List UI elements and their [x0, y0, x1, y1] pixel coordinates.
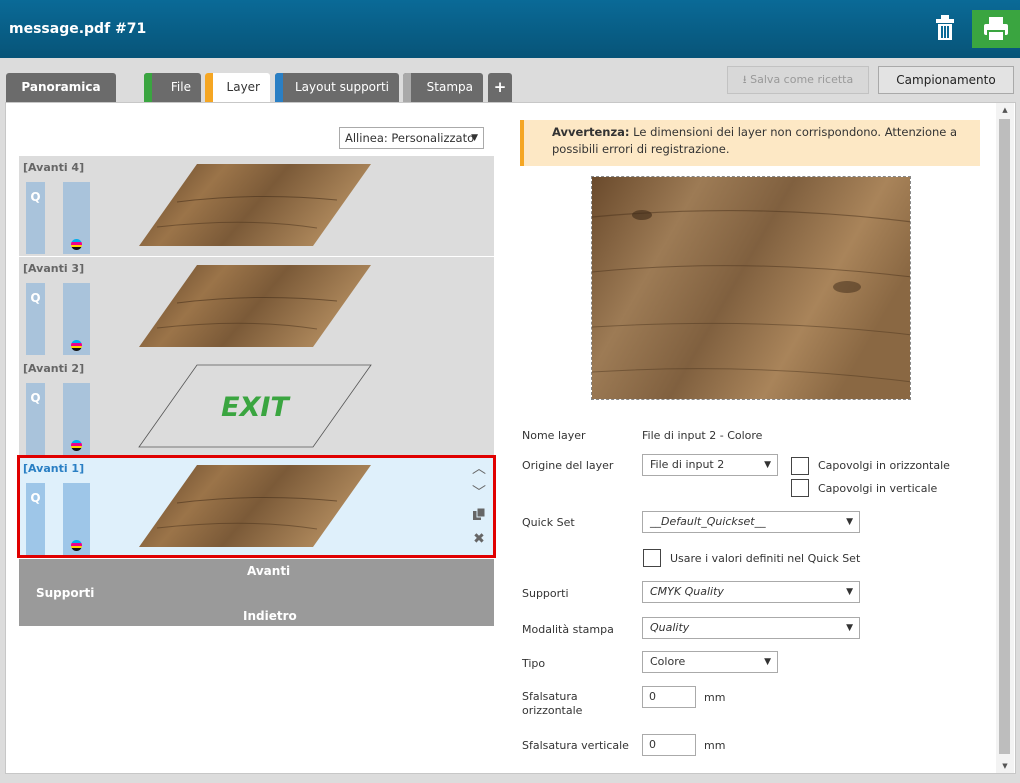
tab-panoramica[interactable]: Panoramica: [6, 73, 116, 102]
offset-horizontal-unit: mm: [704, 691, 726, 704]
tab-color-strip: [275, 73, 283, 102]
add-tab-button[interactable]: +: [488, 73, 512, 102]
align-select[interactable]: Allinea: Personalizzato ▼: [339, 127, 484, 149]
print-button[interactable]: [972, 10, 1020, 48]
scrollbar[interactable]: ▲ ▼: [996, 103, 1014, 773]
flip-vertical-checkbox[interactable]: [791, 479, 809, 497]
scroll-thumb[interactable]: [999, 119, 1010, 754]
warning-banner: Avvertenza: Le dimensioni dei layer non …: [520, 120, 980, 166]
title-bar: message.pdf #71: [0, 0, 1020, 58]
color-bar[interactable]: [63, 182, 90, 254]
offset-vertical-unit: mm: [704, 739, 726, 752]
tab-stampa[interactable]: Stampa: [403, 73, 483, 102]
color-bar[interactable]: [63, 383, 90, 455]
layer-row-avanti-3[interactable]: [Avanti 3] Q: [19, 257, 494, 357]
layer-thumbnail: [139, 265, 371, 347]
use-quickset-label: Usare i valori definiti nel Quick Set: [670, 552, 861, 565]
print-mode-select[interactable]: Quality ▼: [642, 617, 860, 639]
dropdown-arrow-icon: ▼: [764, 657, 771, 667]
use-quickset-checkbox[interactable]: [643, 549, 661, 567]
cmyk-icon: [71, 440, 82, 451]
color-bar[interactable]: [63, 283, 90, 355]
tab-color-strip: [403, 73, 411, 102]
layer-preview-image: [591, 176, 911, 400]
offset-horizontal-label: Sfalsatura orizzontale: [522, 690, 583, 717]
layer-name: [Avanti 3]: [23, 262, 85, 275]
plus-icon: +: [493, 78, 507, 96]
exit-sign-text: EXIT: [221, 392, 291, 423]
tab-layer[interactable]: Layer: [205, 73, 270, 102]
flip-horizontal-label: Capovolgi in orizzontale: [818, 459, 950, 472]
quality-bar[interactable]: Q: [26, 383, 45, 455]
layer-name-value: File di input 2 - Colore: [642, 429, 763, 442]
dropdown-arrow-icon: ▼: [846, 517, 853, 527]
tab-layout-supporti[interactable]: Layout supporti: [275, 73, 399, 102]
front-label[interactable]: Avanti: [247, 564, 290, 578]
save-recipe-button[interactable]: ⭳ Salva come ricetta: [727, 66, 869, 94]
type-select[interactable]: Colore ▼: [642, 651, 778, 673]
layer-origin-label: Origine del layer: [522, 459, 614, 472]
cmyk-icon: [71, 239, 82, 250]
supporti-label: Supporti: [36, 586, 95, 600]
print-mode-label: Modalità stampa: [522, 623, 614, 636]
offset-horizontal-input[interactable]: 0: [642, 686, 696, 708]
quickset-select[interactable]: __Default_Quickset__ ▼: [642, 511, 860, 533]
flip-vertical-label: Capovolgi in verticale: [818, 482, 938, 495]
trash-icon[interactable]: [930, 10, 960, 46]
type-label: Tipo: [522, 657, 546, 670]
job-title: message.pdf #71: [9, 21, 147, 37]
dropdown-arrow-icon: ▼: [764, 460, 771, 470]
layer-thumbnail: [139, 164, 371, 246]
quickset-label: Quick Set: [522, 516, 575, 529]
scroll-up-icon[interactable]: ▲: [996, 106, 1014, 114]
scroll-down-icon[interactable]: ▼: [996, 762, 1014, 770]
layer-thumbnail-exit: EXIT: [138, 364, 372, 448]
media-sides-bar: Avanti Supporti Indietro: [19, 559, 494, 626]
tab-color-strip: [205, 73, 213, 102]
layer-row-avanti-4[interactable]: [Avanti 4] Q: [19, 156, 494, 256]
offset-vertical-label: Sfalsatura verticale: [522, 739, 629, 752]
tab-file[interactable]: File: [144, 73, 201, 102]
dropdown-arrow-icon: ▼: [846, 587, 853, 597]
layer-origin-select[interactable]: File di input 2 ▼: [642, 454, 778, 476]
selection-highlight: [17, 455, 496, 558]
flip-horizontal-checkbox[interactable]: [791, 457, 809, 475]
media-label: Supporti: [522, 587, 569, 600]
quality-bar[interactable]: Q: [26, 182, 45, 254]
dropdown-arrow-icon: ▼: [471, 133, 478, 143]
quality-bar[interactable]: Q: [26, 283, 45, 355]
sampling-button[interactable]: Campionamento: [878, 66, 1014, 94]
layer-name: [Avanti 2]: [23, 362, 85, 375]
layer-name-label: Nome layer: [522, 429, 586, 442]
printer-icon: [984, 17, 1008, 42]
dropdown-arrow-icon: ▼: [846, 623, 853, 633]
offset-vertical-input[interactable]: 0: [642, 734, 696, 756]
media-select[interactable]: CMYK Quality ▼: [642, 581, 860, 603]
layer-name: [Avanti 4]: [23, 161, 85, 174]
layer-row-avanti-2[interactable]: [Avanti 2] Q EXIT: [19, 357, 494, 457]
back-label[interactable]: Indietro: [243, 609, 297, 623]
tab-color-strip: [144, 73, 152, 102]
cmyk-icon: [71, 340, 82, 351]
